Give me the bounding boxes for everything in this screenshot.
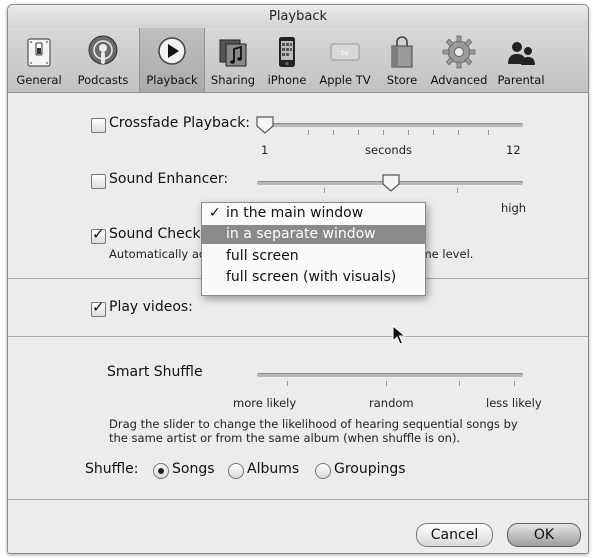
smart-shuffle-description: Drag the slider to change the likelihood… xyxy=(109,417,518,445)
menu-item-label: full screen xyxy=(226,248,299,264)
separator xyxy=(8,499,588,500)
tab-parental-label: Parental xyxy=(497,73,545,87)
tab-podcasts[interactable]: Podcasts xyxy=(70,28,136,92)
shuffle-label: Shuffle: xyxy=(85,461,139,477)
tab-advanced[interactable]: Advanced xyxy=(426,28,492,92)
play-videos-label: Play videos: xyxy=(109,299,193,315)
sound-enhancer-checkbox[interactable] xyxy=(91,174,106,189)
crossfade-min-label: 1 xyxy=(261,143,269,157)
radio-dot xyxy=(158,468,164,474)
slider-tick xyxy=(408,130,409,135)
shuffle-groupings-label: Groupings xyxy=(334,461,406,477)
menu-item-full-screen-visuals[interactable]: full screen (with visuals) xyxy=(202,268,425,287)
crossfade-unit-label: seconds xyxy=(365,143,413,157)
slider-tick xyxy=(488,130,489,135)
play-icon xyxy=(158,37,186,65)
shuffle-groupings-radio[interactable] xyxy=(315,463,331,479)
preferences-window: Playback General Podcasts Playback Shari… xyxy=(7,4,589,554)
sound-enhancer-slider-thumb[interactable] xyxy=(381,173,401,193)
tab-apple-tv-label: Apple TV xyxy=(319,73,371,87)
sound-enhancer-max-label: high xyxy=(501,201,527,215)
cancel-button[interactable]: Cancel xyxy=(416,523,493,547)
sound-enhancer-label: Sound Enhancer: xyxy=(109,171,229,187)
slider-tick xyxy=(458,130,459,135)
crossfade-slider-thumb[interactable] xyxy=(255,115,275,135)
menu-item-main-window[interactable]: ✓ in the main window xyxy=(202,204,425,223)
tab-apple-tv[interactable]: tv Apple TV xyxy=(312,28,378,92)
tab-podcasts-label: Podcasts xyxy=(77,73,129,87)
podcast-icon xyxy=(88,35,118,65)
smart-shuffle-more-likely: more likely xyxy=(233,396,297,410)
slider-tick xyxy=(324,188,325,193)
slider-tick xyxy=(333,130,334,135)
slider-tick xyxy=(514,381,515,386)
tab-store-label: Store xyxy=(386,73,418,87)
tab-store[interactable]: Store xyxy=(378,28,426,92)
gear-icon xyxy=(442,35,476,69)
shuffle-albums-radio[interactable] xyxy=(228,463,244,479)
crossfade-checkbox[interactable] xyxy=(91,118,106,133)
smart-shuffle-random: random xyxy=(369,396,414,410)
play-videos-checkbox[interactable]: ✓ xyxy=(91,298,106,317)
smart-shuffle-slider-track[interactable] xyxy=(257,373,523,377)
separator xyxy=(8,336,588,337)
preferences-toolbar: General Podcasts Playback Sharing iPhone… xyxy=(8,28,588,93)
smart-shuffle-label: Smart Shuffle xyxy=(107,364,203,380)
shuffle-songs-radio[interactable] xyxy=(153,463,169,479)
shopping-bag-icon xyxy=(391,36,413,68)
menu-item-label: in the main window xyxy=(226,205,364,221)
tab-sharing-label: Sharing xyxy=(210,73,256,87)
tab-playback[interactable]: Playback xyxy=(139,28,205,92)
tab-playback-label: Playback xyxy=(146,73,198,87)
crossfade-slider-track[interactable] xyxy=(257,123,523,127)
menu-item-label: in a separate window xyxy=(226,226,376,242)
play-videos-popup-menu: ✓ in the main window in a separate windo… xyxy=(201,202,426,296)
slider-tick xyxy=(383,130,384,135)
menu-item-separate-window[interactable]: in a separate window xyxy=(202,225,425,244)
window-title: Playback xyxy=(8,5,588,28)
ok-button[interactable]: OK xyxy=(507,523,581,547)
music-folder-icon xyxy=(219,39,247,67)
crossfade-max-label: 12 xyxy=(506,143,521,157)
crossfade-label: Crossfade Playback: xyxy=(109,115,251,131)
sound-check-label: Sound Check xyxy=(109,226,201,242)
slider-tick xyxy=(358,130,359,135)
checkmark-icon: ✓ xyxy=(92,225,105,243)
checkmark-icon: ✓ xyxy=(92,298,105,316)
checkmark-icon: ✓ xyxy=(209,205,221,221)
tab-sharing[interactable]: Sharing xyxy=(205,28,261,92)
slider-tick xyxy=(433,130,434,135)
shuffle-songs-label: Songs xyxy=(172,461,215,477)
tab-iphone[interactable]: iPhone xyxy=(262,28,312,92)
menu-item-full-screen[interactable]: full screen xyxy=(202,247,425,266)
tab-general[interactable]: General xyxy=(10,28,68,92)
slider-tick xyxy=(457,188,458,193)
smart-shuffle-less-likely: less likely xyxy=(486,396,542,410)
slider-tick xyxy=(459,381,460,386)
tab-general-label: General xyxy=(16,73,62,87)
menu-item-label: full screen (with visuals) xyxy=(226,269,397,285)
shuffle-albums-label: Albums xyxy=(247,461,300,477)
mouse-cursor-icon xyxy=(392,325,406,345)
tab-advanced-label: Advanced xyxy=(430,73,488,87)
slider-tick xyxy=(308,130,309,135)
parental-icon xyxy=(508,42,535,65)
slider-tick xyxy=(386,381,387,386)
playback-pane: Crossfade Playback: 1 seconds 12 Sound E… xyxy=(8,93,588,553)
sound-check-checkbox[interactable]: ✓ xyxy=(91,225,106,244)
apple-tv-icon: tv xyxy=(330,43,360,61)
tab-parental[interactable]: Parental xyxy=(492,28,550,92)
svg-text:tv: tv xyxy=(342,49,349,57)
slider-tick xyxy=(287,381,288,386)
tab-iphone-label: iPhone xyxy=(267,73,307,87)
switch-icon xyxy=(27,38,51,67)
iphone-icon xyxy=(279,37,295,67)
